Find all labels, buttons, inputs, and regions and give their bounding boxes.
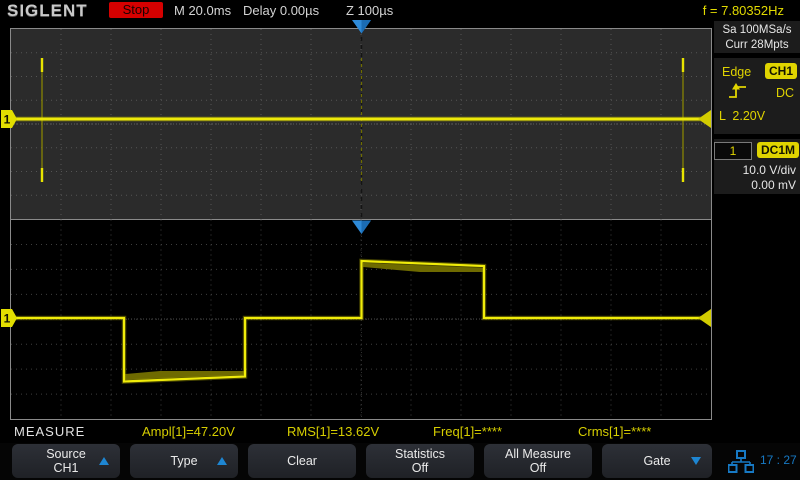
trigger-source-badge: CH1 bbox=[764, 63, 797, 79]
top-status-bar: SIGLENT Stop M 20.0ms Delay 0.00µs Z 100… bbox=[0, 0, 800, 20]
measurement-rms: RMS[1]=13.62V bbox=[287, 424, 380, 439]
measurement-bar: MEASURE Ampl[1]=47.20V RMS[1]=13.62V Fre… bbox=[0, 420, 800, 443]
button-value: Off bbox=[411, 461, 429, 475]
acquisition-info-panel: Sa 100MSa/s Curr 28Mpts bbox=[714, 21, 800, 53]
acquisition-status-badge: Stop bbox=[109, 2, 163, 18]
clear-button[interactable]: Clear bbox=[248, 444, 356, 478]
sample-rate: Sa 100MSa/s bbox=[722, 24, 792, 36]
down-arrow-icon bbox=[691, 457, 701, 465]
type-button[interactable]: Type bbox=[130, 444, 238, 478]
softkey-menu-bar: Source CH1 Type Clear Statistics Off All… bbox=[0, 443, 800, 480]
brand-logo: SIGLENT bbox=[7, 1, 88, 20]
up-arrow-icon bbox=[217, 457, 227, 465]
clock: 17 : 27 bbox=[760, 453, 797, 467]
trigger-level: L 2.20V bbox=[719, 109, 766, 123]
right-sidebar: Sa 100MSa/s Curr 28Mpts Edge CH1 DC L 2.… bbox=[712, 20, 800, 420]
channel-number-box: 1 bbox=[714, 142, 752, 160]
channel-offset: 0.00 mV bbox=[751, 178, 796, 192]
button-label: Type bbox=[170, 454, 198, 468]
button-label: Clear bbox=[287, 454, 317, 468]
button-label: Source bbox=[46, 447, 86, 461]
channel-descriptor-panel[interactable]: 1 DC1M 10.0 V/div 0.00 mV bbox=[714, 139, 800, 194]
svg-text:1: 1 bbox=[4, 312, 11, 326]
source-button[interactable]: Source CH1 bbox=[12, 444, 120, 478]
all-measure-button[interactable]: All Measure Off bbox=[484, 444, 592, 478]
rising-edge-icon bbox=[729, 83, 746, 98]
gate-button[interactable]: Gate bbox=[602, 444, 712, 478]
button-label: Gate bbox=[643, 454, 671, 468]
svg-text:1: 1 bbox=[4, 113, 11, 127]
frequency-counter-readout: f = 7.80352Hz bbox=[702, 3, 784, 18]
measurement-crms: Crms[1]=**** bbox=[578, 424, 652, 439]
measure-title: MEASURE bbox=[14, 424, 86, 439]
timebase-readout: M 20.0ms bbox=[174, 3, 232, 18]
trigger-type: Edge bbox=[722, 65, 752, 79]
statistics-button[interactable]: Statistics Off bbox=[366, 444, 474, 478]
button-label: All Measure bbox=[505, 447, 571, 461]
memory-depth: Curr 28Mpts bbox=[725, 39, 789, 51]
oscilloscope-screen: SIGLENT Stop M 20.0ms Delay 0.00µs Z 100… bbox=[0, 0, 800, 480]
waveform-display: 1 1 bbox=[1, 20, 712, 420]
channel-coupling-badge: DC1M bbox=[756, 142, 799, 158]
trigger-coupling: DC bbox=[775, 86, 794, 100]
button-value: CH1 bbox=[53, 461, 79, 475]
button-value: Off bbox=[529, 461, 547, 475]
channel-scale: 10.0 V/div bbox=[742, 163, 796, 177]
button-label: Statistics bbox=[394, 447, 445, 461]
delay-readout: Delay 0.00µs bbox=[243, 3, 320, 18]
zoom-scale-readout: Z 100µs bbox=[346, 3, 394, 18]
network-icon bbox=[728, 450, 754, 473]
measurement-freq: Freq[1]=**** bbox=[433, 424, 503, 439]
trigger-info-panel[interactable]: Edge CH1 DC L 2.20V bbox=[714, 58, 800, 134]
measurement-ampl: Ampl[1]=47.20V bbox=[142, 424, 235, 439]
up-arrow-icon bbox=[99, 457, 109, 465]
